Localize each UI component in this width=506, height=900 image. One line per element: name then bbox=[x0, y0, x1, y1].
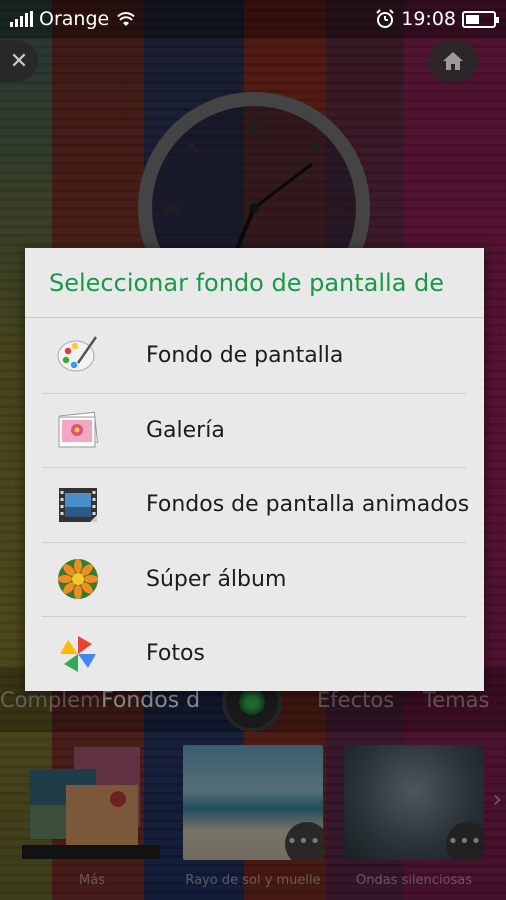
option-super-album[interactable]: Súper álbum bbox=[42, 541, 466, 617]
pinwheel-icon bbox=[56, 632, 100, 676]
battery-level-fill bbox=[466, 14, 479, 24]
option-fondos-animados[interactable]: Fondos de pantalla animados bbox=[42, 467, 470, 542]
home-icon[interactable] bbox=[428, 40, 478, 82]
option-label: Galería bbox=[146, 417, 225, 443]
option-label: Fotos bbox=[146, 641, 205, 667]
option-fotos[interactable]: Fotos bbox=[42, 616, 466, 691]
option-label: Fondos de pantalla animados bbox=[146, 492, 470, 518]
signal-icon bbox=[10, 11, 33, 27]
battery-icon bbox=[462, 10, 499, 28]
option-fondo-de-pantalla[interactable]: Fondo de pantalla bbox=[42, 318, 466, 393]
status-time: 19:08 bbox=[401, 8, 456, 30]
carrier-name: Orange bbox=[39, 8, 110, 30]
option-galeria[interactable]: Galería bbox=[42, 392, 466, 468]
status-bar: Orange 19:08 bbox=[0, 0, 506, 38]
wifi-icon bbox=[117, 12, 135, 26]
palette-icon bbox=[56, 333, 100, 377]
film-icon bbox=[56, 483, 100, 527]
flower-icon bbox=[56, 557, 100, 601]
option-label: Fondo de pantalla bbox=[146, 342, 344, 368]
option-label: Súper álbum bbox=[146, 566, 287, 592]
select-wallpaper-dialog: Seleccionar fondo de pantalla de Fondo d… bbox=[25, 248, 484, 691]
gallery-icon bbox=[56, 408, 100, 452]
alarm-icon bbox=[376, 9, 394, 28]
dialog-title: Seleccionar fondo de pantalla de bbox=[25, 248, 484, 318]
